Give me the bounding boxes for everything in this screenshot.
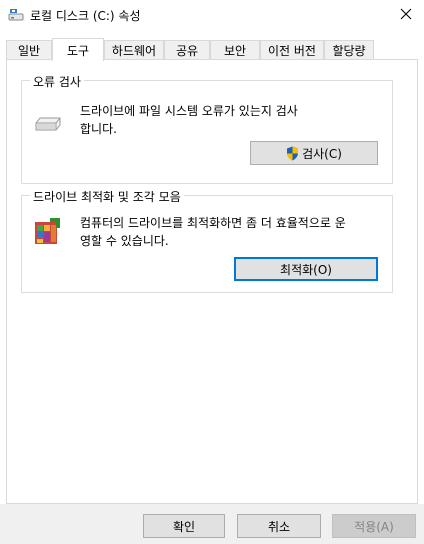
dialog-button-bar: 확인 취소 적용(A): [0, 504, 424, 544]
defrag-icon: [32, 216, 64, 251]
tools-panel: 오류 검사 드라이브에 파일 시스템 오류가 있는지 검사 합니다. 검사(C): [6, 59, 418, 504]
tab-sharing[interactable]: 공유: [164, 40, 210, 60]
error-check-title: 오류 검사: [30, 73, 84, 90]
ok-button[interactable]: 확인: [143, 514, 225, 538]
error-check-desc-line1: 드라이브에 파일 시스템 오류가 있는지 검사: [80, 104, 298, 118]
optimize-desc-line2: 영할 수 있습니다.: [80, 234, 169, 248]
error-check-desc-line2: 합니다.: [80, 122, 117, 136]
optimize-group: 드라이브 최적화 및 조각 모음 컴퓨터의 드라이브를 최적화하면 좀 더 효율…: [21, 188, 393, 293]
cancel-button[interactable]: 취소: [237, 514, 321, 538]
tab-hardware[interactable]: 하드웨어: [104, 40, 164, 60]
tab-general[interactable]: 일반: [6, 40, 52, 60]
close-button[interactable]: [388, 0, 424, 30]
tab-tools[interactable]: 도구: [52, 38, 104, 61]
check-button-label: 검사(C): [302, 146, 342, 161]
tab-previous-versions[interactable]: 이전 버전: [260, 40, 324, 60]
tab-strip: 일반 도구 하드웨어 공유 보안 이전 버전 할당량: [6, 38, 418, 61]
optimize-desc-line1: 컴퓨터의 드라이브를 최적화하면 좀 더 효율적으로 운: [80, 216, 346, 230]
drive-icon: [8, 8, 24, 22]
tab-security[interactable]: 보안: [210, 40, 260, 60]
optimize-button[interactable]: 최적화(O): [234, 257, 378, 281]
tab-quota[interactable]: 할당량: [324, 40, 374, 60]
shield-icon: [286, 146, 299, 161]
apply-button[interactable]: 적용(A): [332, 514, 416, 538]
close-icon: [400, 8, 412, 23]
error-check-group: 오류 검사 드라이브에 파일 시스템 오류가 있는지 검사 합니다. 검사(C): [21, 73, 393, 184]
optimize-title: 드라이브 최적화 및 조각 모음: [30, 188, 184, 205]
check-button[interactable]: 검사(C): [250, 141, 378, 165]
title-bar: 로컬 디스크 (C:) 속성: [0, 0, 424, 30]
hard-drive-icon: [34, 116, 62, 137]
window-title: 로컬 디스크 (C:) 속성: [30, 9, 141, 23]
